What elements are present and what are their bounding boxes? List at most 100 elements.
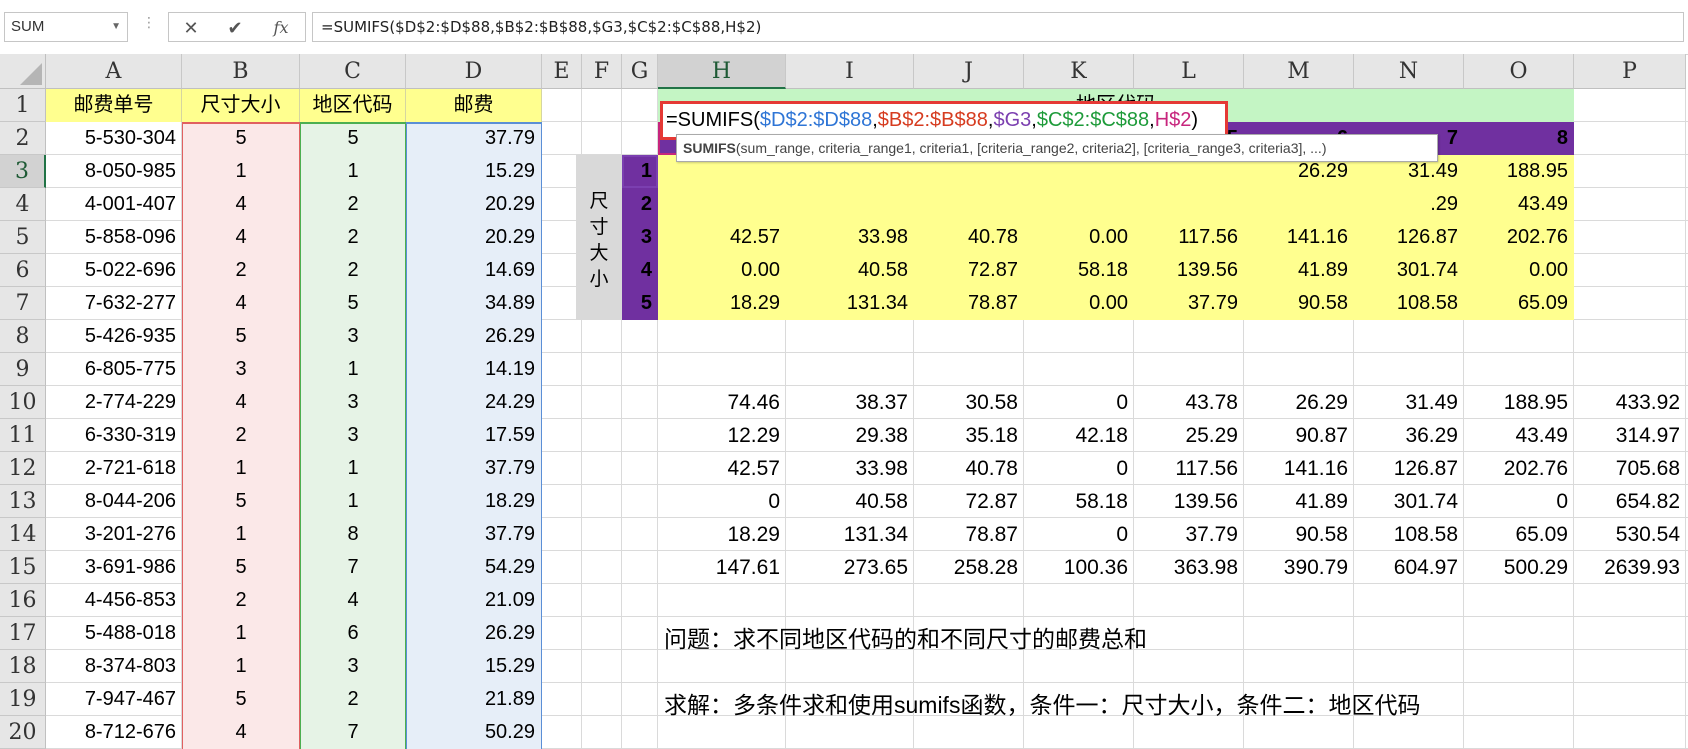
total-value: 30.58 [965,391,1018,414]
row-header-9[interactable]: 9 [0,353,46,386]
pivot-value: 33.98 [786,221,914,254]
side-label-char: 大 [589,243,609,264]
total-value: 363.98 [1173,556,1238,579]
cell-region: 3 [300,320,406,353]
formula-input[interactable]: =SUMIFS($D$2:$D$88,$B$2:$B$88,$G3,$C$2:$… [312,12,1684,42]
function-icon[interactable]: fx [261,15,301,41]
total-value: 108.58 [1393,523,1458,546]
total-value: 78.87 [965,523,1018,546]
total-value: 43.78 [1185,391,1238,414]
size-code: 3 [622,221,658,254]
column-header-e[interactable]: E [542,54,582,89]
region-code: 8 [1464,122,1574,155]
total-value: 65.09 [1515,523,1568,546]
cell-size: 1 [182,518,300,551]
total-value: 117.56 [1175,457,1238,480]
cell-order-id: 3-201-276 [84,523,176,545]
column-header-c[interactable]: C [300,54,406,89]
total-value: 147.61 [715,556,780,579]
row-header-16[interactable]: 16 [0,584,46,617]
column-header-f[interactable]: F [582,54,622,89]
pivot-value: 18.29 [658,287,786,320]
pivot-value [1024,188,1134,221]
row-header-4[interactable]: 4 [0,188,46,221]
total-value: 29.38 [855,424,908,447]
pivot-value: 117.56 [1134,221,1244,254]
row-header-19[interactable]: 19 [0,683,46,716]
row-header-18[interactable]: 18 [0,650,46,683]
cell-postage: 15.29 [406,155,542,188]
total-value: 25.29 [1185,424,1238,447]
pivot-value: 40.58 [786,254,914,287]
column-header-d[interactable]: D [406,54,542,89]
cell-postage: 21.89 [406,683,542,716]
pivot-value: 126.87 [1354,221,1464,254]
column-header-g[interactable]: G [622,54,658,89]
total-value: 0 [1116,457,1128,480]
cell-size: 5 [182,122,300,155]
row-header-8[interactable]: 8 [0,320,46,353]
cell-order-id: 7-947-467 [84,688,176,710]
cell-size: 1 [182,617,300,650]
column-header-a[interactable]: A [46,54,182,89]
total-value: 126.87 [1393,457,1458,480]
total-value: 202.76 [1503,457,1568,480]
column-header-p[interactable]: P [1574,54,1686,89]
pivot-value: 58.18 [1024,254,1134,287]
total-value: 33.98 [855,457,908,480]
pivot-value: 40.78 [914,221,1024,254]
cell-size: 1 [182,650,300,683]
column-header-i[interactable]: I [786,54,914,89]
row-header-12[interactable]: 12 [0,452,46,485]
cell-postage: 34.89 [406,287,542,320]
row-header-1[interactable]: 1 [0,89,46,122]
row-header-13[interactable]: 13 [0,485,46,518]
pivot-value: 43.49 [1464,188,1574,221]
row-header-20[interactable]: 20 [0,716,46,749]
row-header-10[interactable]: 10 [0,386,46,419]
enter-icon[interactable]: ✔ [215,15,255,41]
name-box[interactable]: SUM ▼ [4,12,128,42]
row-header-14[interactable]: 14 [0,518,46,551]
pivot-value: 72.87 [914,254,1024,287]
column-header-b[interactable]: B [182,54,300,89]
total-value: 72.87 [965,490,1018,513]
total-value: 705.68 [1615,457,1680,480]
total-value: 141.16 [1283,457,1348,480]
more-options-icon[interactable]: ⋮ [142,14,156,31]
cancel-icon[interactable]: ✕ [171,15,211,41]
cell-size: 5 [182,485,300,518]
total-value: 41.89 [1295,490,1348,513]
tooltip-function-name[interactable]: SUMIFS [683,140,736,156]
row-header-5[interactable]: 5 [0,221,46,254]
row-header-15[interactable]: 15 [0,551,46,584]
row-header-11[interactable]: 11 [0,419,46,452]
cell-order-id: 4-001-407 [84,193,176,215]
cell-region: 7 [300,551,406,584]
column-header-h[interactable]: H [658,54,786,89]
cell-postage: 15.29 [406,650,542,683]
total-value: 314.97 [1615,424,1680,447]
cell-order-id: 8-044-206 [84,490,176,512]
column-header-j[interactable]: J [914,54,1024,89]
total-value: 604.97 [1393,556,1458,579]
row-header-3[interactable]: 3 [0,155,46,188]
column-header-o[interactable]: O [1464,54,1574,89]
criteria1-highlight [622,155,658,188]
row-header-17[interactable]: 17 [0,617,46,650]
row-header-7[interactable]: 7 [0,287,46,320]
pivot-value [658,188,786,221]
cell-order-id: 5-488-018 [84,622,176,644]
pivot-value [1134,188,1244,221]
cell-order-id: 2-774-229 [84,391,176,413]
column-header-l[interactable]: L [1134,54,1244,89]
total-value: 36.29 [1405,424,1458,447]
column-header-n[interactable]: N [1354,54,1464,89]
row-header-6[interactable]: 6 [0,254,46,287]
select-all-button[interactable] [0,54,46,89]
column-header-k[interactable]: K [1024,54,1134,89]
column-header-m[interactable]: M [1244,54,1354,89]
pivot-value: 0.00 [658,254,786,287]
chevron-down-icon[interactable]: ▼ [111,13,121,41]
row-header-2[interactable]: 2 [0,122,46,155]
